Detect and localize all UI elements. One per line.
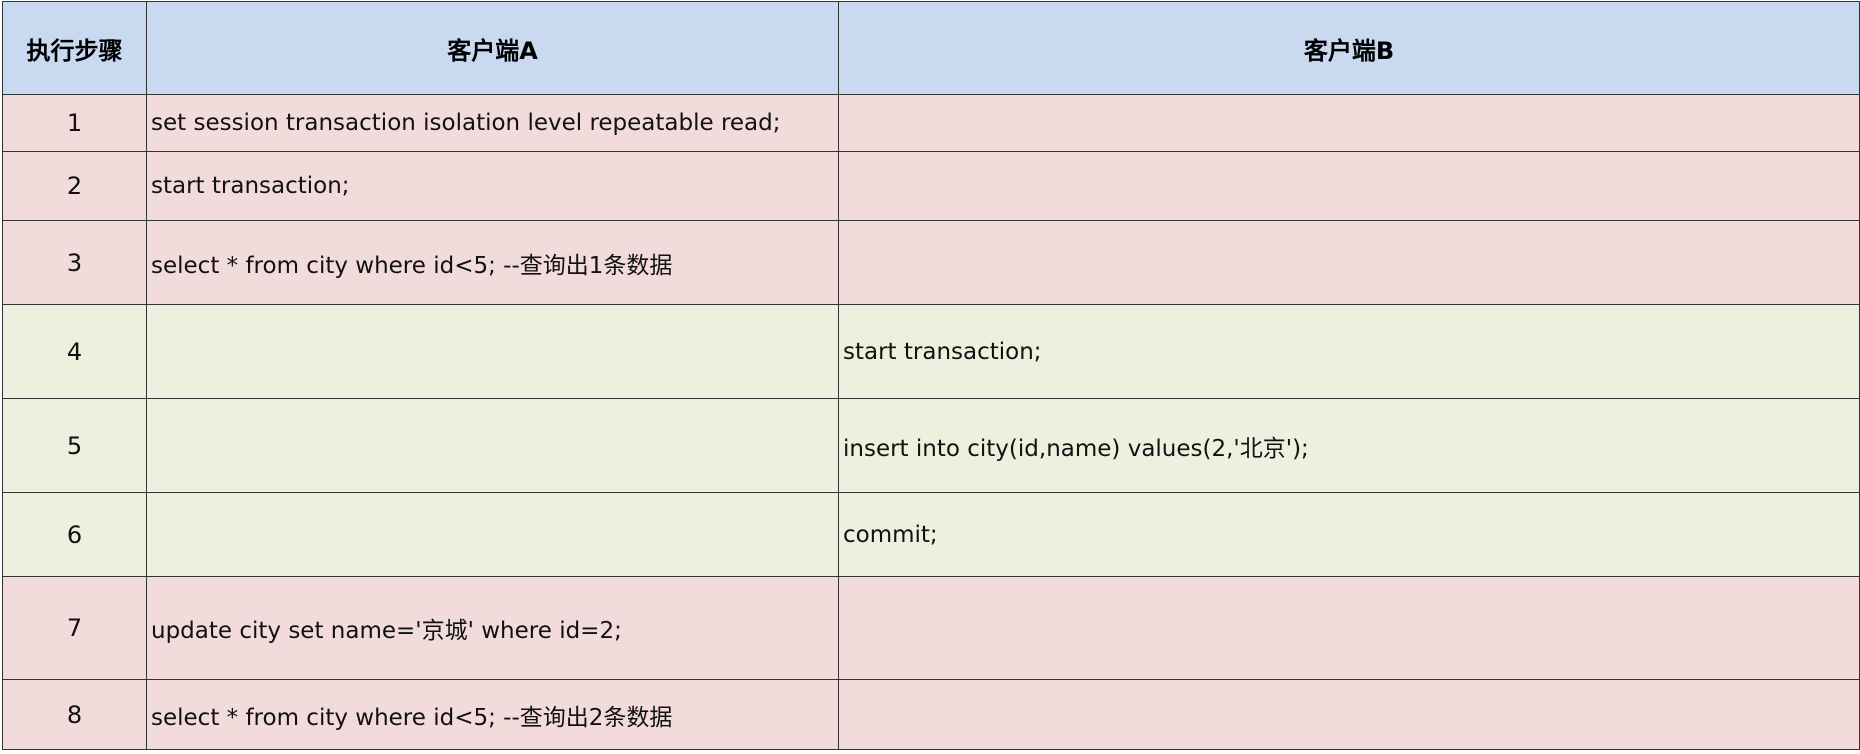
table-row: 5 insert into city(id,name) values(2,'北京… xyxy=(2,398,1860,493)
client-b-cell[interactable]: start transaction; xyxy=(838,304,1860,399)
client-a-cell[interactable] xyxy=(146,492,839,577)
transaction-steps-table: 执行步骤 客户端A 客户端B 1 set session transaction… xyxy=(2,1,1860,750)
client-a-cell[interactable] xyxy=(146,398,839,493)
client-b-cell[interactable]: insert into city(id,name) values(2,'北京')… xyxy=(838,398,1860,493)
table-row: 2 start transaction; xyxy=(2,151,1860,221)
step-number-cell[interactable]: 3 xyxy=(2,220,147,305)
client-a-cell[interactable]: select * from city where id<5; --查询出1条数据 xyxy=(146,220,839,305)
client-b-cell[interactable] xyxy=(838,679,1860,750)
table-row: 7 update city set name='京城' where id=2; xyxy=(2,576,1860,680)
step-number-cell[interactable]: 5 xyxy=(2,398,147,493)
step-number-cell[interactable]: 6 xyxy=(2,492,147,577)
client-b-cell[interactable]: commit; xyxy=(838,492,1860,577)
transaction-steps-sheet: 执行步骤 客户端A 客户端B 1 set session transaction… xyxy=(2,1,1860,750)
step-number-cell[interactable]: 2 xyxy=(2,151,147,221)
table-row: 8 select * from city where id<5; --查询出2条… xyxy=(2,679,1860,750)
step-number-cell[interactable]: 1 xyxy=(2,94,147,152)
client-a-cell[interactable] xyxy=(146,304,839,399)
step-number-cell[interactable]: 8 xyxy=(2,679,147,750)
header-client-b[interactable]: 客户端B xyxy=(838,1,1860,95)
client-a-cell[interactable]: set session transaction isolation level … xyxy=(146,94,839,152)
client-b-cell[interactable] xyxy=(838,151,1860,221)
table-row: 3 select * from city where id<5; --查询出1条… xyxy=(2,220,1860,305)
client-a-cell[interactable]: select * from city where id<5; --查询出2条数据 xyxy=(146,679,839,750)
step-number-cell[interactable]: 4 xyxy=(2,304,147,399)
client-b-cell[interactable] xyxy=(838,576,1860,680)
table-row: 1 set session transaction isolation leve… xyxy=(2,94,1860,152)
step-number-cell[interactable]: 7 xyxy=(2,576,147,680)
client-b-cell[interactable] xyxy=(838,220,1860,305)
header-row: 执行步骤 客户端A 客户端B xyxy=(2,1,1860,95)
table-row: 6 commit; xyxy=(2,492,1860,577)
header-client-a[interactable]: 客户端A xyxy=(146,1,839,95)
client-b-cell[interactable] xyxy=(838,94,1860,152)
table-row: 4 start transaction; xyxy=(2,304,1860,399)
header-step[interactable]: 执行步骤 xyxy=(2,1,147,95)
client-a-cell[interactable]: start transaction; xyxy=(146,151,839,221)
client-a-cell[interactable]: update city set name='京城' where id=2; xyxy=(146,576,839,680)
